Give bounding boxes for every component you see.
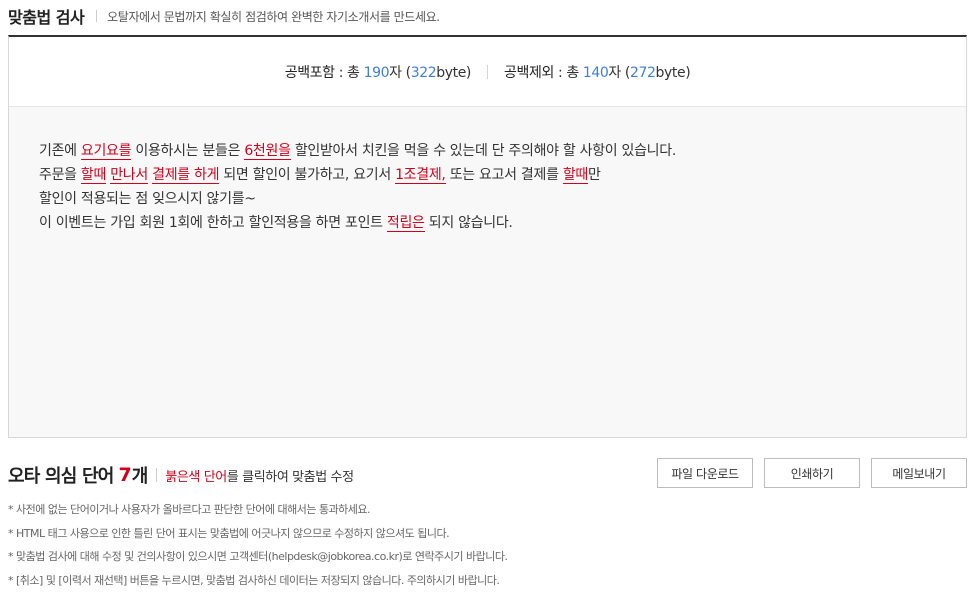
misspelled-word[interactable]: 만나서 bbox=[110, 167, 148, 184]
send-mail-button[interactable]: 메일보내기 bbox=[871, 458, 967, 488]
notice-list: * 사전에 없는 단어이거나 사용자가 올바르다고 판단한 단어에 대해서는 통… bbox=[8, 498, 508, 592]
with-space-count: 공백포함 : 총 190자 (322byte) bbox=[284, 64, 472, 81]
typo-summary-title: 오타 의심 단어 bbox=[8, 466, 114, 487]
without-space-count: 공백제외 : 총 140자 (272byte) bbox=[504, 64, 691, 81]
typo-count: 7 bbox=[118, 464, 132, 486]
typo-summary: 오타 의심 단어 7 개 붉은색 단어를 클릭하여 맞춤법 수정 bbox=[8, 462, 354, 488]
misspelled-word[interactable]: 할때 bbox=[562, 167, 588, 184]
stats-divider bbox=[487, 64, 488, 79]
misspelled-word[interactable]: 적립은 bbox=[386, 215, 425, 232]
text-line: 할인이 적용되는 점 잊으시지 않기를~ bbox=[39, 191, 256, 207]
page-description: 오탈자에서 문법까지 확실히 점검하여 완벽한 자기소개서를 만드세요. bbox=[107, 9, 440, 24]
text-line: 이 이벤트는 가입 회원 1회에 한하고 할인적용을 하면 포인트 적립은 되지… bbox=[39, 215, 513, 232]
notice-item: * [취소] 및 [이력서 재선택] 버튼을 누르시면, 맞춤법 검사하신 데이… bbox=[8, 573, 500, 587]
header-divider bbox=[96, 10, 98, 22]
notice-item: * HTML 태그 사용으로 인한 틀린 단어 표시는 맞춤법에 어긋나지 않으… bbox=[8, 526, 450, 540]
file-download-button[interactable]: 파일 다운로드 bbox=[657, 458, 753, 488]
misspelled-word[interactable]: 결제를 하게 bbox=[152, 167, 219, 184]
notice-item: * 맞춤법 검사에 대해 수정 및 건의사항이 있으시면 고객센터(helpde… bbox=[8, 550, 508, 563]
misspelled-word[interactable]: 할때 bbox=[80, 167, 106, 184]
text-line: 주문을 할때 만나서 결제를 하게 되면 할인이 불가하고, 요기서 1조결제,… bbox=[39, 167, 601, 184]
typo-count-unit: 개 bbox=[131, 466, 149, 487]
checked-text-area: 기존에 요기요를 이용하시는 분들은 6천원을 할인받아서 치킨을 먹을 수 있… bbox=[9, 107, 966, 437]
text-line: 기존에 요기요를 이용하시는 분들은 6천원을 할인받아서 치킨을 먹을 수 있… bbox=[39, 143, 676, 160]
misspelled-word[interactable]: 1조결제, bbox=[395, 167, 446, 184]
misspelled-word[interactable]: 요기요를 bbox=[80, 143, 132, 160]
typo-hint: 붉은색 단어를 클릭하여 맞춤법 수정 bbox=[165, 469, 354, 485]
misspelled-word[interactable]: 6천원을 bbox=[244, 143, 291, 160]
char-count-bar: 공백포함 : 총 190자 (322byte) 공백제외 : 총 140자 (2… bbox=[9, 37, 966, 107]
page-title: 맞춤법 검사 bbox=[8, 8, 85, 27]
notice-item: * 사전에 없는 단어이거나 사용자가 올바르다고 판단한 단어에 대해서는 통… bbox=[8, 503, 371, 516]
print-button[interactable]: 인쇄하기 bbox=[764, 458, 860, 488]
spellcheck-panel: 공백포함 : 총 190자 (322byte) 공백제외 : 총 140자 (2… bbox=[8, 35, 967, 438]
action-buttons: 파일 다운로드 인쇄하기 메일보내기 bbox=[657, 458, 967, 488]
page-header: 맞춤법 검사 오탈자에서 문법까지 확실히 점검하여 완벽한 자기소개서를 만드… bbox=[8, 0, 440, 32]
summary-divider bbox=[156, 468, 158, 482]
